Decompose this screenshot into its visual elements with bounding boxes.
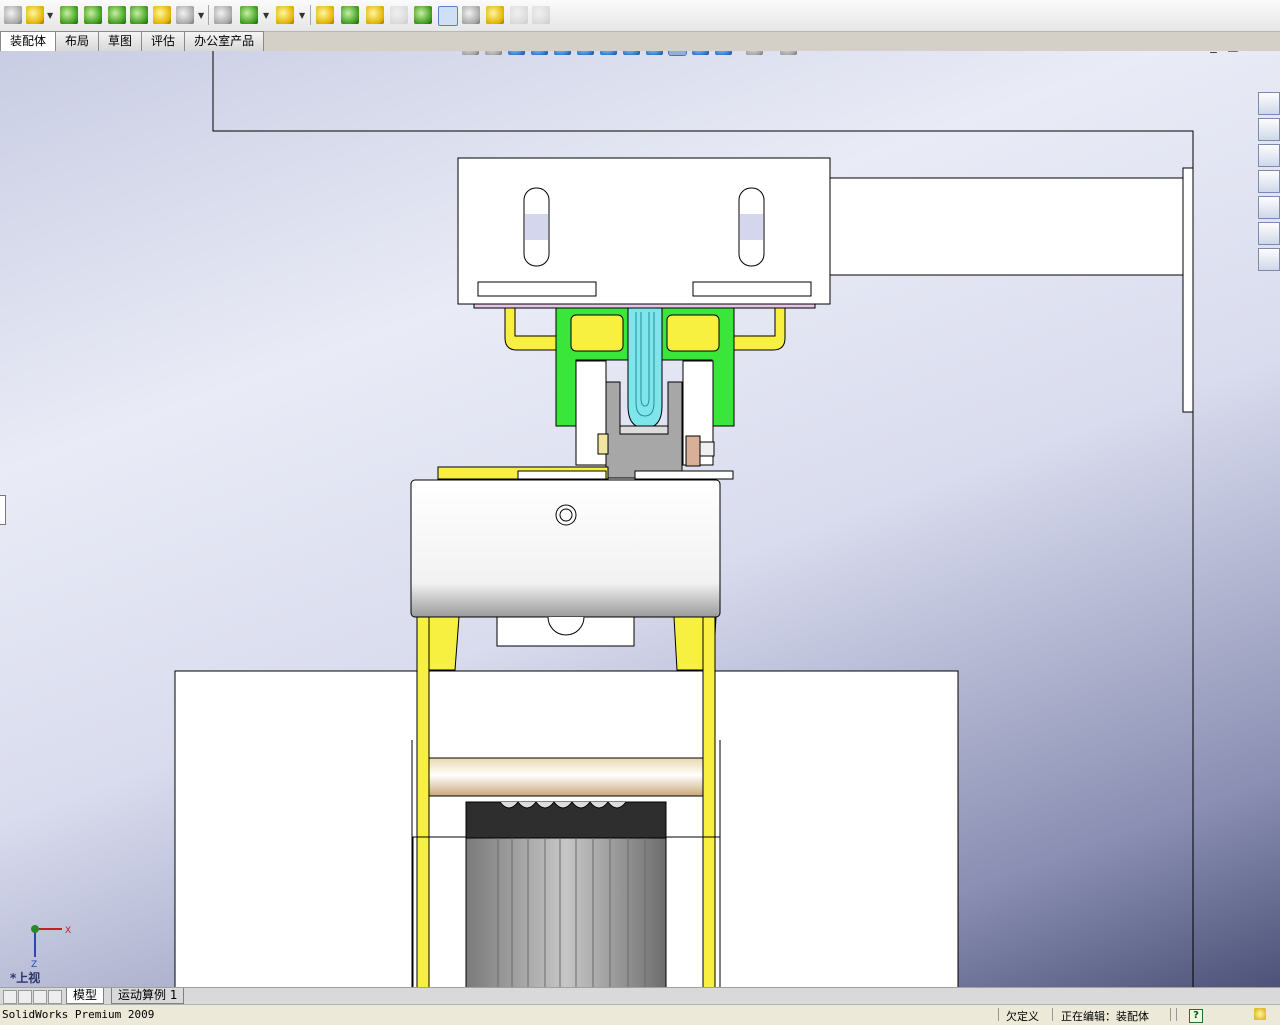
bill-of-materials-icon[interactable]: [341, 6, 359, 24]
graphics-area[interactable]: _□✕ X Z *上视: [0, 51, 1280, 987]
toolbar-separator: [208, 5, 209, 25]
view-palette-icon[interactable]: [1258, 170, 1280, 193]
minimize-icon[interactable]: _: [1210, 51, 1227, 54]
custom-properties-icon[interactable]: [1258, 222, 1280, 245]
exploded-view-icon[interactable]: [153, 6, 171, 24]
reference-geometry-icon[interactable]: [276, 6, 294, 24]
move-component-icon[interactable]: [130, 6, 148, 24]
large-assembly-icon[interactable]: [414, 6, 432, 24]
photoview-icon[interactable]: [532, 6, 550, 24]
front-view-icon[interactable]: [577, 51, 594, 55]
toolbar-separator: [310, 5, 311, 25]
help-icon[interactable]: ?: [1189, 1008, 1203, 1023]
right-view-icon[interactable]: [646, 51, 663, 55]
left-view-icon[interactable]: [623, 51, 640, 55]
pan-icon[interactable]: [531, 51, 548, 55]
yellow-block-right: [666, 314, 720, 352]
measure-icon[interactable]: [438, 6, 458, 26]
tab-sketch[interactable]: 草图: [99, 31, 143, 52]
top-view-icon[interactable]: [668, 51, 687, 56]
solidworks-resources-icon[interactable]: [1258, 92, 1280, 115]
heads-up-view-toolbar: [462, 51, 814, 60]
status-divider: [1170, 1008, 1171, 1021]
file-explorer-icon[interactable]: [1258, 144, 1280, 167]
last-tab-icon[interactable]: [48, 990, 62, 1004]
appearances-icon[interactable]: [1258, 196, 1280, 219]
tab-model[interactable]: 模型: [66, 988, 105, 1004]
section-view-icon[interactable]: [554, 51, 571, 55]
display-style-icon[interactable]: [715, 51, 732, 55]
rebuild-icon[interactable]: [462, 6, 480, 24]
view-orientation-icon[interactable]: [780, 51, 797, 55]
cyan-hanger: [627, 307, 663, 429]
chevron-down-icon[interactable]: ▼: [299, 11, 305, 20]
bolt-circle-inner: [559, 508, 573, 522]
editing-status: 正在编辑：装配体: [1061, 1010, 1149, 1023]
next-tab-icon[interactable]: [33, 990, 47, 1004]
rebuild-status-icon[interactable]: [1254, 1008, 1266, 1020]
help-glyph: ?: [1189, 1009, 1203, 1023]
close-icon[interactable]: ✕: [1249, 51, 1270, 54]
command-manager-tabs: 装配体 布局 草图 评估 办公室产品: [0, 31, 265, 52]
instant3d-icon[interactable]: [390, 6, 408, 24]
definition-status: 欠定义: [1006, 1010, 1039, 1023]
status-divider: [1052, 1008, 1053, 1021]
task-pane-tabs: [1258, 92, 1280, 274]
prev-tab-icon[interactable]: [18, 990, 32, 1004]
back-view-icon[interactable]: [600, 51, 617, 55]
side-plate: [1182, 167, 1194, 413]
hide-show-items-icon[interactable]: [746, 51, 763, 55]
status-divider: [998, 1008, 999, 1021]
design-library-icon[interactable]: [1258, 118, 1280, 141]
roller-shaft: [428, 757, 704, 797]
mate-icon[interactable]: [60, 6, 78, 24]
assembly-features-icon[interactable]: [240, 6, 258, 24]
search-icon[interactable]: [1258, 248, 1280, 271]
hide-show-icon[interactable]: [214, 6, 232, 24]
insert-component-icon[interactable]: [26, 6, 44, 24]
chevron-down-icon[interactable]: ▼: [198, 11, 204, 20]
tab-layout[interactable]: 布局: [56, 31, 100, 52]
new-part-icon[interactable]: [4, 6, 22, 24]
motor-block: [410, 479, 721, 618]
chevron-down-icon[interactable]: ▼: [47, 11, 53, 20]
linear-pattern-icon[interactable]: [108, 6, 126, 24]
app-name: SolidWorks Premium 2009: [2, 1008, 155, 1021]
document-window-controls: _□✕: [1210, 51, 1270, 54]
status-bar: SolidWorks Premium 2009 欠定义 正在编辑：装配体 ?: [0, 1004, 1280, 1025]
tab-office-products[interactable]: 办公室产品: [185, 31, 265, 52]
view-orientation-label: *上视: [10, 971, 41, 985]
status-divider: [1176, 1008, 1177, 1021]
yellow-block-left: [570, 314, 624, 352]
zoom-to-fit-icon[interactable]: [462, 51, 479, 55]
interference-check-icon[interactable]: [176, 6, 194, 24]
restore-icon[interactable]: □: [1227, 51, 1249, 54]
tab-evaluate[interactable]: 评估: [142, 31, 186, 52]
new-motion-study-icon[interactable]: [316, 6, 334, 24]
simulation-icon[interactable]: [510, 6, 528, 24]
zoom-to-area-icon[interactable]: [485, 51, 502, 55]
command-toolbar: ▼ ▼ ▼ ▼: [0, 0, 1280, 32]
tab-assembly[interactable]: 装配体: [0, 31, 57, 52]
smart-fastener-icon[interactable]: [84, 6, 102, 24]
nut-right: [685, 435, 701, 467]
feature-manager-expand-handle[interactable]: [0, 495, 6, 525]
tool-icon[interactable]: [486, 6, 504, 24]
x-axis-label: X: [65, 926, 71, 936]
rail-beam: [829, 177, 1184, 276]
rotate-icon[interactable]: [508, 51, 525, 55]
first-tab-icon[interactable]: [3, 990, 17, 1004]
tab-motion-study[interactable]: 运动算例 1: [111, 988, 185, 1004]
explode-line-sketch-icon[interactable]: [366, 6, 384, 24]
bottom-view-icon[interactable]: [692, 51, 709, 55]
chevron-down-icon[interactable]: ▼: [263, 11, 269, 20]
assembly-model[interactable]: [0, 51, 1280, 987]
model-tabs-bar: 模型 运动算例 1: [0, 987, 1280, 1005]
